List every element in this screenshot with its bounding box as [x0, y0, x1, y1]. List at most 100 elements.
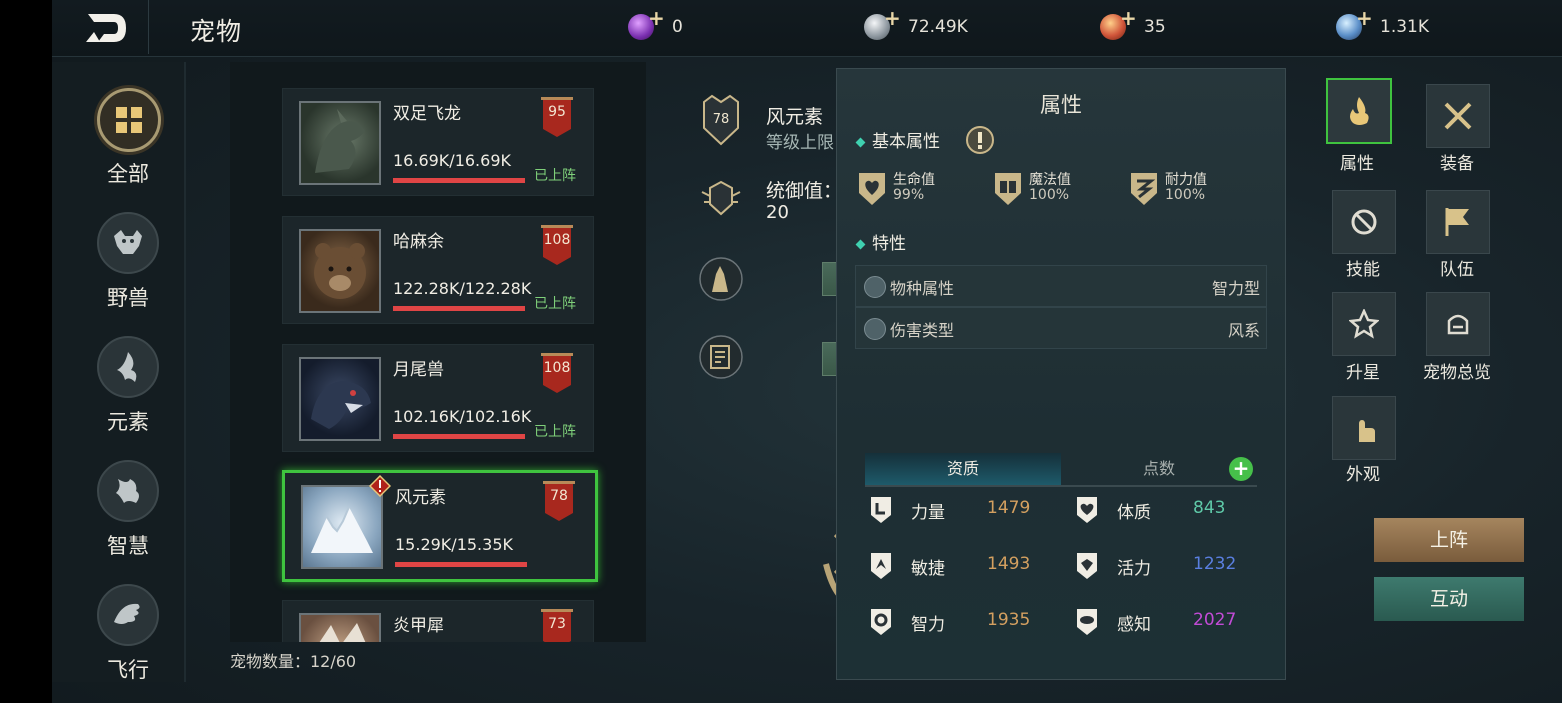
tab-points[interactable]: 点数	[1061, 453, 1257, 485]
pet-hp: 16.69K/16.69K	[393, 151, 511, 170]
attribute-title: 属性	[1040, 93, 1082, 117]
category-flying[interactable]: 飞行	[52, 576, 184, 686]
stat-value: 1935	[987, 610, 1031, 630]
resource-purple-gem[interactable]: + 0	[628, 6, 683, 44]
resource-red-medal[interactable]: + 35	[1100, 6, 1166, 44]
heart-shield-icon	[859, 173, 885, 205]
crystal-orb-icon: +	[1336, 6, 1373, 40]
back-button[interactable]	[68, 8, 146, 48]
pet-card[interactable]: 月尾兽 102.16K/102.16K 已上阵 108	[282, 344, 594, 452]
interact-button[interactable]: 互动	[1374, 577, 1524, 621]
menu-appearance[interactable]	[1332, 396, 1396, 460]
level-shield-icon: 78	[700, 94, 742, 146]
paw-icon	[864, 276, 886, 298]
hand-icon	[1359, 420, 1375, 442]
stat-label: 感知	[1117, 615, 1151, 635]
resource-value: 0	[672, 17, 683, 37]
pet-level: 73	[548, 616, 566, 632]
command-label: 统御值：	[766, 180, 843, 202]
trait-value: 智力型	[1211, 279, 1260, 298]
tab-aptitude[interactable]: 资质	[865, 453, 1061, 485]
menu-overview[interactable]	[1426, 292, 1490, 356]
pet-hp: 15.29K/15.35K	[395, 535, 513, 554]
trait-label: 物种属性	[890, 279, 955, 298]
pet-level: 108	[543, 232, 571, 248]
basic-stat-name: 生命值	[893, 172, 935, 188]
pet-list[interactable]: 双足飞龙 16.69K/16.69K 已上阵 95 哈麻余 122.28K/12…	[230, 62, 646, 642]
pet-status: 已上阵	[534, 296, 576, 312]
level-banner: 108	[541, 353, 573, 395]
flying-icon	[97, 584, 159, 646]
vitality-icon	[1077, 553, 1097, 579]
menu-label: 升星	[1346, 363, 1380, 383]
swords-icon	[864, 318, 886, 340]
menu-label: 队伍	[1440, 260, 1474, 280]
level-banner: 108	[541, 225, 573, 267]
wolf-howl-icon	[699, 257, 743, 301]
pet-status: 已上阵	[534, 424, 576, 440]
pet-portrait	[301, 485, 383, 569]
menu-team[interactable]	[1426, 190, 1490, 254]
category-all[interactable]: 全部	[52, 80, 184, 190]
resource-silver-coin[interactable]: + 72.49K	[864, 6, 968, 44]
pet-name: 风元素	[395, 488, 446, 508]
pet-status: 已上阵	[534, 168, 576, 184]
stat-value: 843	[1193, 498, 1226, 518]
red-medal-icon: +	[1100, 6, 1137, 40]
review-icon	[699, 335, 743, 379]
pet-card[interactable]: 哈麻余 122.28K/122.28K 已上阵 108	[282, 216, 594, 324]
pet-card-selected[interactable]: 风元素 15.29K/15.35K 78	[282, 470, 598, 582]
basic-stat-value: 99%	[893, 187, 925, 203]
menu-equipment[interactable]	[1426, 84, 1490, 148]
pet-level: 78	[550, 488, 568, 504]
trait-label: 伤害类型	[890, 321, 955, 340]
menu-attributes[interactable]	[1326, 78, 1392, 144]
pet-portrait	[299, 229, 381, 313]
deploy-button[interactable]: 上阵	[1374, 518, 1524, 562]
trait-species: 物种属性 智力型	[855, 265, 1267, 307]
book-shield-icon	[995, 173, 1021, 205]
beast-icon	[97, 212, 159, 274]
skill-icon	[1351, 209, 1377, 235]
perception-icon	[1077, 609, 1097, 635]
category-nav: 全部 野兽 元素 智慧 飞行	[52, 62, 186, 682]
pet-card[interactable]: 双足飞龙 16.69K/16.69K 已上阵 95	[282, 88, 594, 196]
page-title: 宠物	[190, 17, 243, 46]
menu-label: 宠物总览	[1423, 363, 1491, 383]
stat-strength: 力量 1479	[869, 493, 1069, 529]
add-points-button[interactable]: +	[1229, 457, 1253, 481]
menu-label: 装备	[1440, 154, 1474, 174]
stat-intellect: 智力 1935	[869, 605, 1069, 641]
stat-constitution: 体质 843	[1075, 493, 1275, 529]
stat-label: 活力	[1117, 559, 1151, 579]
category-wisdom[interactable]: 智慧	[52, 452, 184, 562]
menu-star-up[interactable]	[1332, 292, 1396, 356]
trait-value: 风系	[1227, 321, 1260, 340]
level-banner: 78	[543, 481, 575, 523]
level-banner: 95	[541, 97, 573, 139]
info-alert-icon[interactable]	[965, 125, 995, 155]
strength-icon	[871, 497, 891, 523]
basic-stat-name: 魔法值	[1029, 172, 1071, 188]
constitution-icon	[1077, 497, 1097, 523]
grid-icon	[97, 88, 161, 152]
basic-stat-name: 耐力值	[1165, 172, 1207, 188]
pet-name: 月尾兽	[393, 360, 444, 380]
menu-skills[interactable]	[1332, 190, 1396, 254]
flame-icon	[1350, 97, 1369, 125]
stat-label: 智力	[911, 615, 945, 635]
resource-crystal-orb[interactable]: + 1.31K	[1336, 6, 1429, 44]
crossed-swords-icon	[1444, 102, 1472, 130]
star-icon	[1349, 309, 1379, 339]
command-emblem-icon	[701, 180, 741, 216]
category-beast[interactable]: 野兽	[52, 204, 184, 314]
category-element[interactable]: 元素	[52, 328, 184, 438]
menu-label: 属性	[1340, 154, 1374, 174]
alert-badge-icon	[369, 475, 391, 497]
menu-label: 外观	[1346, 465, 1380, 485]
pet-portrait	[299, 613, 381, 642]
pet-card[interactable]: 炎甲犀 73	[282, 600, 594, 642]
hp-bar	[393, 178, 525, 183]
silver-coin-icon: +	[864, 6, 901, 40]
stat-value: 2027	[1193, 610, 1237, 630]
